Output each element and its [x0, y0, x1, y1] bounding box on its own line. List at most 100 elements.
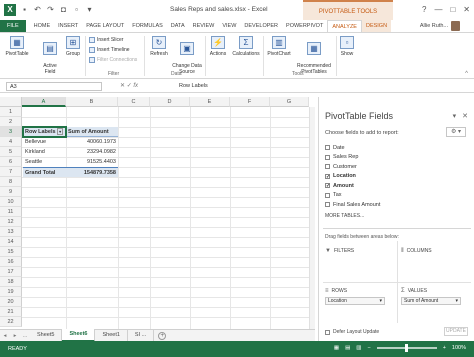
- document-icon[interactable]: ▫: [72, 5, 81, 14]
- row-header[interactable]: 21: [0, 307, 22, 317]
- pivot-value[interactable]: 91525.4403: [66, 157, 118, 167]
- page-break-view-icon[interactable]: ▥: [356, 345, 361, 351]
- minimize-icon[interactable]: —: [434, 5, 442, 14]
- checkbox[interactable]: [325, 192, 330, 198]
- filters-area[interactable]: ▼ FILTERS: [325, 247, 389, 287]
- insert-timeline-button[interactable]: Insert Timeline: [89, 47, 130, 53]
- page-layout-view-icon[interactable]: ▤: [345, 345, 350, 351]
- row-header[interactable]: 18: [0, 277, 22, 287]
- tab-developer[interactable]: DEVELOPER: [240, 20, 282, 32]
- maximize-icon[interactable]: □: [450, 5, 455, 14]
- row-header[interactable]: 20: [0, 297, 22, 307]
- row-header[interactable]: 8: [0, 177, 22, 187]
- zoom-out-icon[interactable]: −: [367, 345, 370, 351]
- close-icon[interactable]: ✕: [462, 112, 468, 120]
- collapse-ribbon-icon[interactable]: ^: [465, 71, 468, 77]
- column-header[interactable]: G: [270, 97, 309, 107]
- tab-analyze[interactable]: ANALYZE: [327, 19, 362, 33]
- sheet-prev-icon[interactable]: ◂: [0, 333, 10, 339]
- sheet-tab[interactable]: Sheet1: [95, 330, 128, 341]
- refresh-button[interactable]: ↻ Refresh: [148, 36, 170, 57]
- checkbox[interactable]: [325, 164, 330, 170]
- sheet-next-icon[interactable]: ▸: [10, 333, 20, 339]
- filter-dropdown-icon[interactable]: ▾: [57, 128, 64, 135]
- more-tables-link[interactable]: MORE TABLES...: [325, 213, 465, 219]
- filter-connections-button[interactable]: Filter Connections: [89, 57, 137, 63]
- columns-area[interactable]: ⦀ COLUMNS: [401, 247, 465, 287]
- tab-review[interactable]: REVIEW: [189, 20, 219, 32]
- pivotchart-button[interactable]: ▥ PivotChart: [265, 36, 293, 57]
- row-header[interactable]: 10: [0, 197, 22, 207]
- pivottable-button[interactable]: ▦ PivotTable: [4, 36, 30, 57]
- sheet-tab[interactable]: Sheet5: [30, 330, 63, 341]
- row-header[interactable]: 14: [0, 237, 22, 247]
- zoom-level[interactable]: 100%: [452, 345, 466, 351]
- camera-icon[interactable]: ◘: [59, 5, 68, 14]
- column-header[interactable]: A: [22, 97, 66, 107]
- recommended-pivottables-button[interactable]: ▦ Recommended PivotTables: [294, 36, 334, 75]
- row-header[interactable]: 13: [0, 227, 22, 237]
- field-item[interactable]: Date: [325, 143, 465, 153]
- row-header[interactable]: 15: [0, 247, 22, 257]
- row-header[interactable]: 11: [0, 207, 22, 217]
- field-item[interactable]: ✓ Location: [325, 172, 465, 182]
- show-button[interactable]: ▫ Show: [338, 36, 356, 57]
- column-header[interactable]: D: [150, 97, 190, 107]
- pivot-row-label[interactable]: Seattle: [23, 157, 66, 167]
- checkbox[interactable]: [325, 145, 330, 151]
- tab-view[interactable]: VIEW: [218, 20, 240, 32]
- formula-input[interactable]: Row Labels: [176, 82, 296, 91]
- rows-area[interactable]: ≡ ROWS Location ▾: [325, 287, 389, 327]
- checkbox-checked[interactable]: ✓: [325, 183, 330, 189]
- row-header[interactable]: 7: [0, 167, 22, 177]
- row-header[interactable]: 22: [0, 317, 22, 327]
- pivot-grand-total-value[interactable]: 154879.7358: [66, 167, 118, 177]
- row-header[interactable]: 3: [0, 127, 22, 137]
- row-header[interactable]: 9: [0, 187, 22, 197]
- field-item[interactable]: Sales Rep: [325, 153, 465, 163]
- row-header[interactable]: 17: [0, 267, 22, 277]
- close-icon[interactable]: ✕: [463, 5, 470, 14]
- pane-options-icon[interactable]: ▾: [453, 112, 457, 120]
- column-header[interactable]: B: [66, 97, 118, 107]
- rows-field-location[interactable]: Location ▾: [325, 297, 385, 305]
- pivot-row-labels-header[interactable]: Row Labels ▾: [23, 127, 66, 137]
- row-header[interactable]: 12: [0, 217, 22, 227]
- pivot-value[interactable]: 23294.0982: [66, 147, 118, 157]
- tab-file[interactable]: FILE: [0, 20, 26, 32]
- zoom-in-icon[interactable]: +: [443, 345, 446, 351]
- checkbox[interactable]: [325, 329, 330, 335]
- tab-powerpivot[interactable]: POWERPIVOT: [282, 20, 327, 32]
- row-header[interactable]: 5: [0, 147, 22, 157]
- active-field-button[interactable]: ▤ Active Field: [40, 36, 60, 75]
- pivot-values-header[interactable]: Sum of Amount: [66, 127, 118, 137]
- tab-insert[interactable]: INSERT: [54, 20, 82, 32]
- redo-icon[interactable]: ↷: [46, 5, 55, 14]
- normal-view-icon[interactable]: ▦: [334, 345, 339, 351]
- pivot-grand-total-label[interactable]: Grand Total: [23, 167, 66, 177]
- gear-icon[interactable]: ⚙ ▾: [446, 127, 466, 137]
- field-item[interactable]: Tax: [325, 191, 465, 201]
- values-area[interactable]: Σ VALUES Sum of Amount ▾: [401, 287, 465, 327]
- tab-home[interactable]: HOME: [30, 20, 55, 32]
- update-button[interactable]: UPDATE: [444, 327, 468, 336]
- values-field-sum-amount[interactable]: Sum of Amount ▾: [401, 297, 461, 305]
- column-header[interactable]: F: [230, 97, 270, 107]
- help-icon[interactable]: ?: [422, 5, 426, 14]
- checkbox[interactable]: [325, 154, 330, 160]
- field-item[interactable]: ✓ Amount: [325, 181, 465, 191]
- select-all-corner[interactable]: [0, 97, 22, 107]
- worksheet-grid[interactable]: A B C D E F G 1 2 3 4 5 6 7 8 9 10 11 12…: [0, 97, 315, 329]
- field-item[interactable]: Customer: [325, 162, 465, 172]
- undo-icon[interactable]: ↶: [33, 5, 42, 14]
- row-header[interactable]: 1: [0, 107, 22, 117]
- row-header[interactable]: 2: [0, 117, 22, 127]
- calculations-button[interactable]: Σ Calculations: [230, 36, 262, 57]
- row-header[interactable]: 16: [0, 257, 22, 267]
- tab-design[interactable]: DESIGN: [361, 20, 392, 32]
- row-header[interactable]: 19: [0, 287, 22, 297]
- insert-slicer-button[interactable]: Insert Slicer: [89, 37, 123, 43]
- actions-button[interactable]: ⚡ Actions: [207, 36, 229, 57]
- fx-icon[interactable]: ✕ ✓ fx: [120, 82, 138, 89]
- column-header[interactable]: C: [118, 97, 150, 107]
